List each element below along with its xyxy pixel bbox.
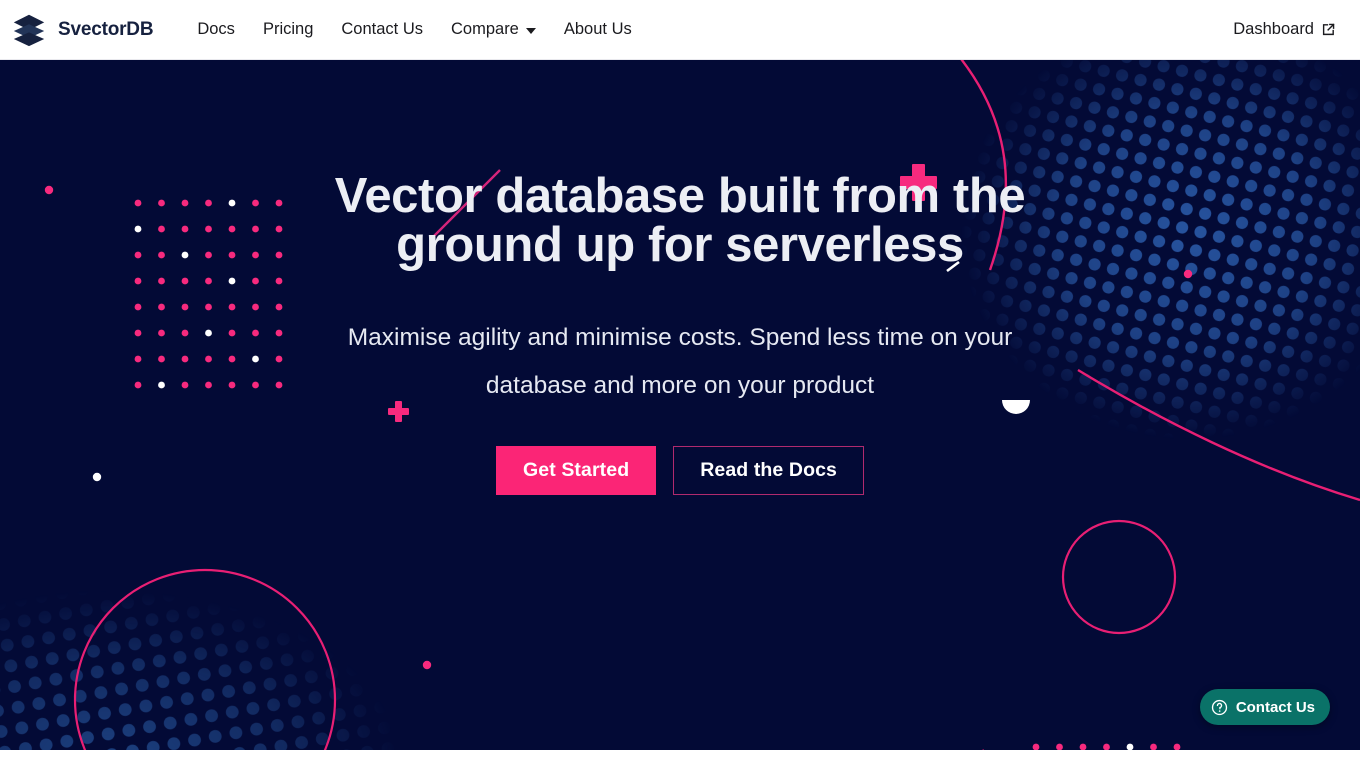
dashboard-label: Dashboard <box>1233 20 1314 38</box>
cta-button-row: Get Started Read the Docs <box>496 445 864 495</box>
nav-item-label: Compare <box>451 20 519 38</box>
get-started-button[interactable]: Get Started <box>496 445 657 495</box>
halftone-bottom-left <box>0 580 420 750</box>
nav-item-docs[interactable]: Docs <box>183 12 249 47</box>
brand-logo-link[interactable]: SvectorDB <box>10 11 154 49</box>
nav-item-label: Pricing <box>262 20 314 38</box>
contact-us-widget[interactable]: Contact Us <box>1199 689 1330 725</box>
contact-us-widget-label: Contact Us <box>1235 698 1315 716</box>
brand-name: SvectorDB <box>58 18 154 40</box>
nav-item-compare[interactable]: Compare <box>437 12 550 47</box>
nav-item-label: About Us <box>563 20 632 38</box>
chevron-down-icon <box>525 27 536 34</box>
nav-item-pricing[interactable]: Pricing <box>249 12 327 47</box>
nav-links: Docs Pricing Contact Us Compare About Us <box>183 12 645 47</box>
page-title: Vector database built from the ground up… <box>334 169 1026 272</box>
hero-subtitle: Maximise agility and minimise costs. Spe… <box>347 324 1013 399</box>
layers-stack-icon <box>10 11 48 49</box>
hero-section: Vector database built from the ground up… <box>0 60 1360 750</box>
nav-item-about-us[interactable]: About Us <box>550 12 646 47</box>
nav-item-label: Contact Us <box>341 20 423 38</box>
main-navbar: SvectorDB Docs Pricing Contact Us Compar… <box>0 0 1360 60</box>
external-link-icon <box>1321 22 1336 37</box>
hero-content: Vector database built from the ground up… <box>0 60 1360 495</box>
dashboard-link[interactable]: Dashboard <box>1229 12 1340 47</box>
question-circle-icon <box>1211 699 1228 716</box>
accent-dot <box>422 660 432 670</box>
read-the-docs-button[interactable]: Read the Docs <box>673 445 864 495</box>
nav-item-label: Docs <box>197 20 235 38</box>
nav-item-contact-us[interactable]: Contact Us <box>327 12 437 47</box>
navbar-right: Dashboard <box>1229 12 1340 47</box>
